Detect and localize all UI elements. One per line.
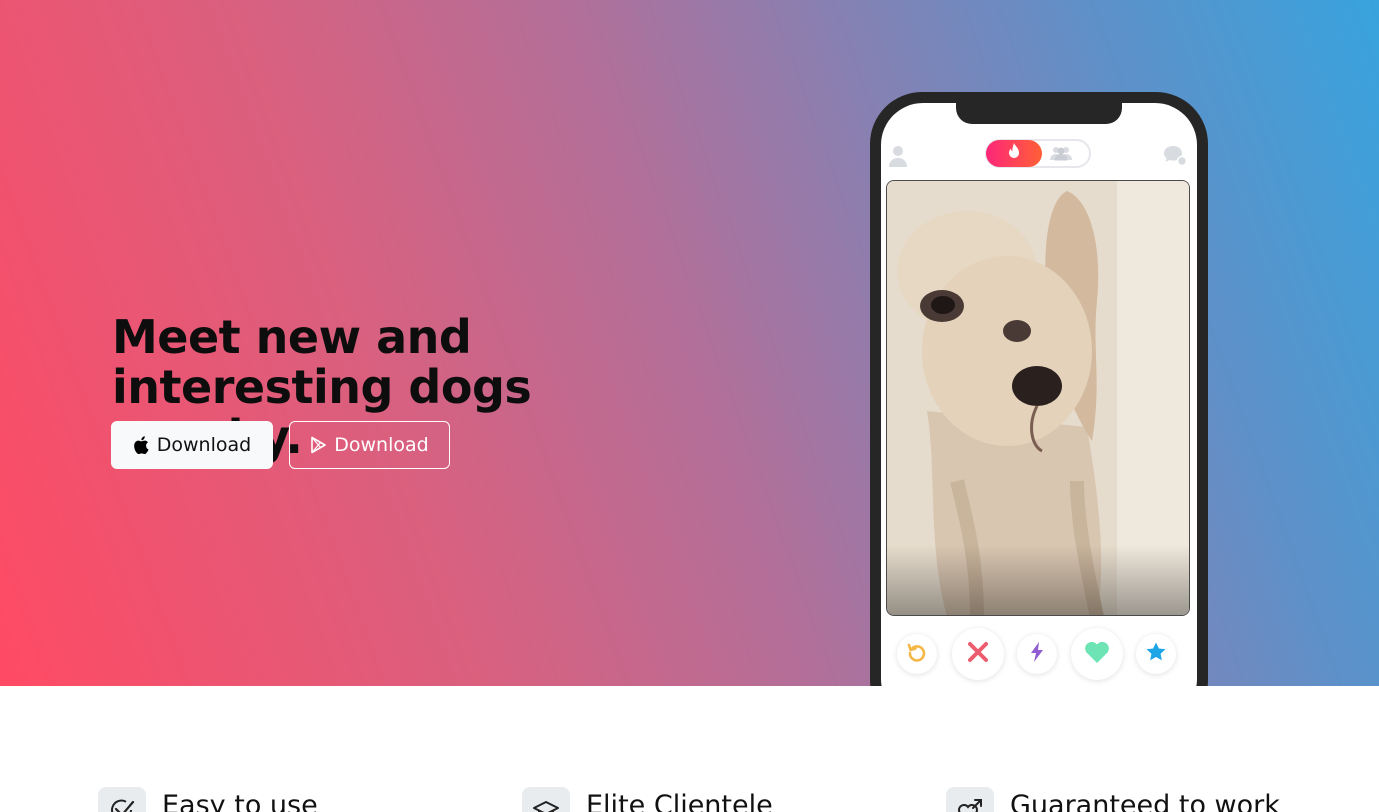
apple-icon: [133, 436, 149, 454]
flame-toggle-active[interactable]: [986, 140, 1042, 167]
play-store-icon: [310, 436, 327, 454]
graduation-cap-icon: [522, 787, 570, 812]
feature-title: Guaranteed to work: [1010, 790, 1280, 812]
heart-icon: [1084, 641, 1110, 668]
like-button[interactable]: [1071, 628, 1123, 680]
boost-button[interactable]: [1017, 634, 1057, 674]
feature-title: Easy to use: [162, 790, 318, 812]
chat-icon[interactable]: [1163, 145, 1188, 172]
action-bar: [881, 626, 1197, 682]
bolt-icon: [1030, 641, 1044, 667]
feature-title: Elite Clientele: [586, 790, 773, 812]
feature-elite-clientele: Elite Clientele: [522, 787, 773, 812]
super-like-button[interactable]: [1136, 634, 1176, 674]
close-icon: [967, 641, 989, 668]
check-circle-icon: [98, 787, 146, 812]
flame-icon: [1008, 143, 1020, 164]
apple-download-label: Download: [156, 434, 252, 456]
nope-button[interactable]: [952, 628, 1004, 680]
profile-icon[interactable]: [889, 145, 907, 172]
star-icon: [1145, 641, 1167, 668]
feature-guaranteed-to-work: Guaranteed to work: [946, 787, 1280, 812]
rewind-icon: [907, 642, 927, 667]
apple-download-button[interactable]: Download: [111, 421, 273, 469]
group-icon[interactable]: [1049, 145, 1073, 166]
phone-mockup: [870, 92, 1208, 686]
feature-easy-to-use: Easy to use: [98, 787, 318, 812]
hero-section: Meet new and interesting dogs nearby. Do…: [0, 0, 1379, 686]
rewind-button[interactable]: [897, 634, 937, 674]
dog-profile-card[interactable]: [886, 180, 1190, 616]
card-shadow-overlay: [887, 545, 1189, 615]
mode-toggle[interactable]: [985, 139, 1091, 168]
phone-screen: [881, 103, 1197, 686]
play-store-download-button[interactable]: Download: [289, 421, 450, 469]
phone-notch: [956, 103, 1122, 124]
heart-arrow-icon: [946, 787, 994, 812]
play-store-download-label: Download: [334, 434, 429, 456]
